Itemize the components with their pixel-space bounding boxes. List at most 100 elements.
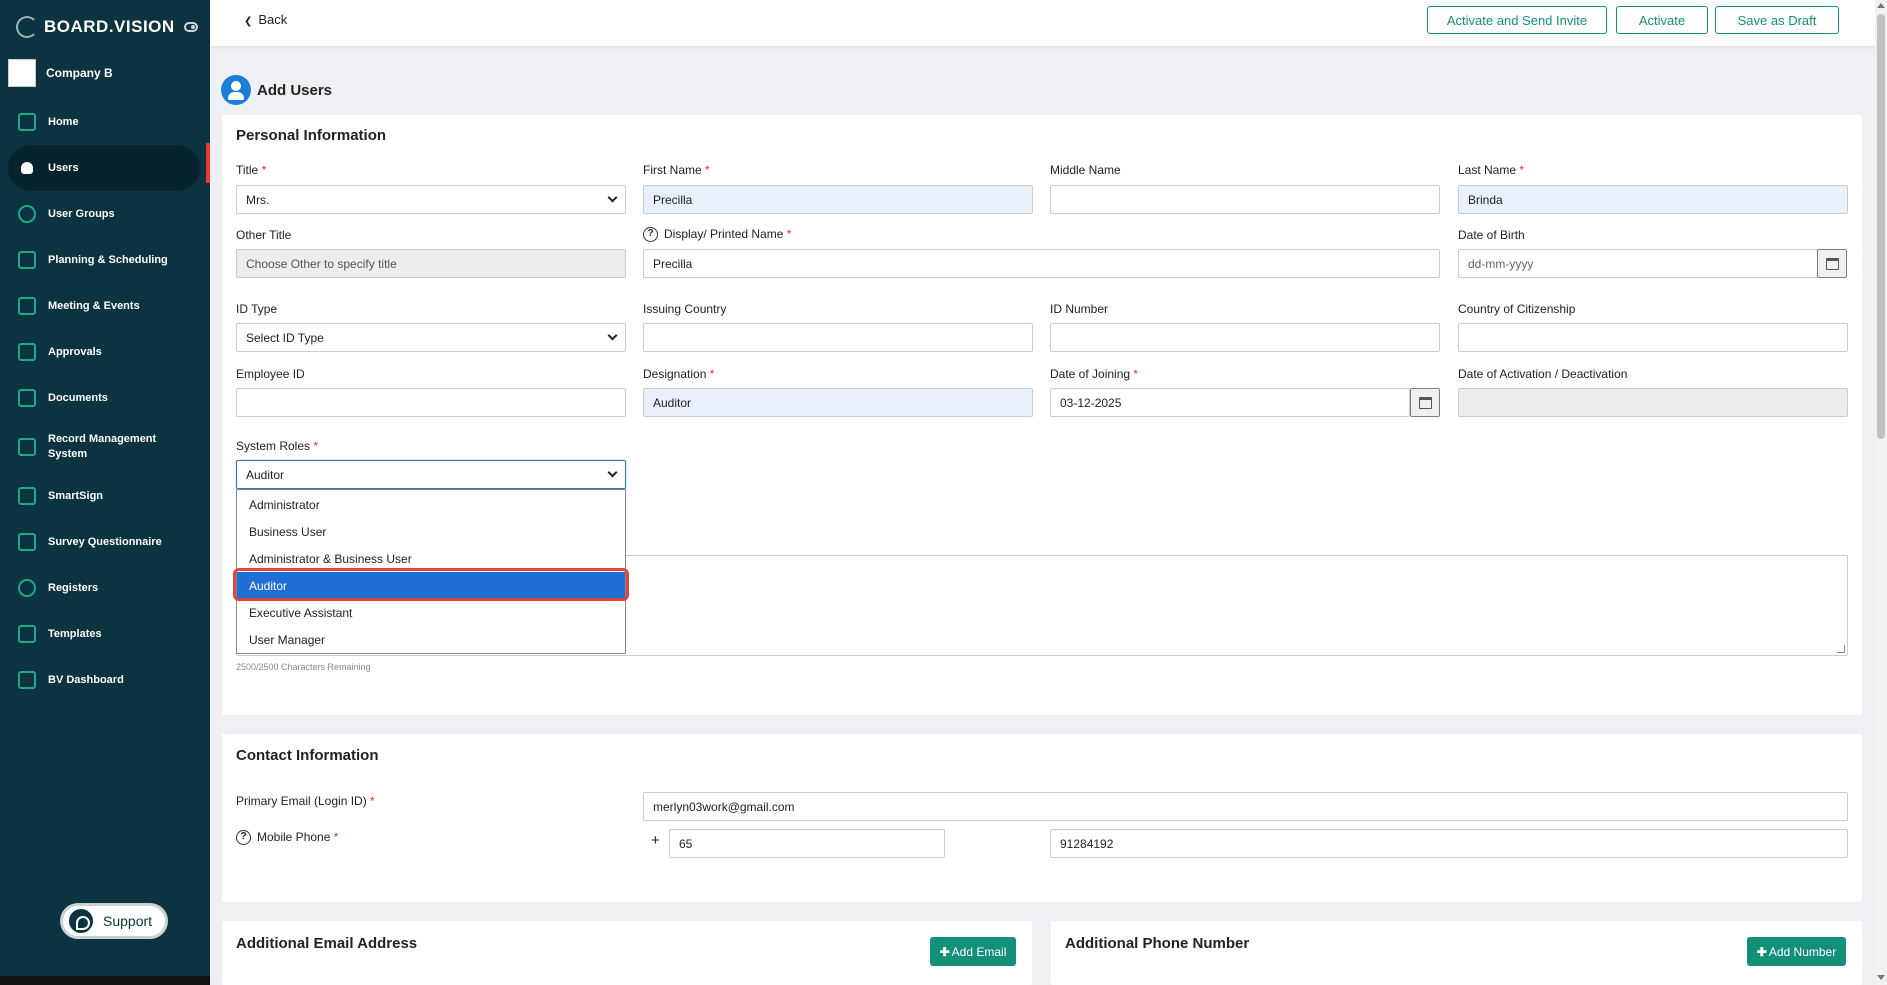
role-option-auditor[interactable]: Auditor [237,572,625,599]
dob-calendar-button[interactable] [1817,249,1847,278]
mobile-number-input[interactable]: 91284192 [1050,829,1848,858]
sidebar-item-meetings[interactable]: Meeting & Events [8,283,200,329]
chevron-down-icon [607,330,618,341]
sidebar-item-label: Approvals [48,346,102,358]
designation-input[interactable]: Auditor [643,388,1033,417]
activate-button[interactable]: Activate [1616,6,1708,34]
additional-email-card [222,921,1032,985]
primary-email-input[interactable]: merlyn03work@gmail.com [643,792,1848,821]
company-switcher[interactable]: Company B [8,59,113,87]
board-vision-logo-icon [16,16,38,38]
citizenship-input[interactable] [1458,323,1848,352]
middle-name-input[interactable] [1050,185,1440,214]
personal-info-heading: Personal Information [236,127,387,144]
doj-label: Date of Joining * [1050,367,1139,381]
support-label: Support [103,913,153,929]
system-roles-value: Auditor [246,467,285,482]
sidebar-item-approvals[interactable]: Approvals [8,329,200,375]
last-name-label: Last Name * [1458,163,1525,177]
help-icon[interactable]: ? [643,227,658,243]
display-name-input[interactable]: Precilla [643,249,1440,278]
company-logo [8,59,36,87]
activation-date-input [1458,388,1848,417]
add-number-button[interactable]: ✚ Add Number [1747,937,1846,966]
add-email-button[interactable]: ✚ Add Email [930,937,1016,966]
issuing-country-input[interactable] [643,323,1033,352]
support-button[interactable]: Support [60,903,168,939]
sidebar-item-planning[interactable]: Planning & Scheduling [8,237,200,283]
sidebar-item-label: Survey Questionnaire [48,536,162,548]
sidebar-item-label: Home [48,116,79,128]
doj-calendar-button[interactable] [1410,388,1440,417]
role-option-admin-business-user[interactable]: Administrator & Business User [237,545,625,572]
sidebar-item-label: Documents [48,392,108,404]
system-roles-select[interactable]: Auditor [236,460,626,489]
role-option-administrator[interactable]: Administrator [237,491,625,518]
first-name-input[interactable]: Precilla [643,185,1033,214]
title-value: Mrs. [246,192,270,207]
sidebar-item-users[interactable]: Users [8,145,200,191]
sidebar-item-smartsign[interactable]: SmartSign [8,473,200,519]
page-title: Add Users [257,81,333,99]
user-avatar-icon [221,75,251,105]
sidebar-item-user-groups[interactable]: User Groups [8,191,200,237]
brand-name: BOARD.VISION [44,17,175,36]
sidebar-item-records[interactable]: Record Management System [8,421,200,473]
survey-icon [18,533,36,551]
records-icon [18,438,36,456]
sidebar-item-label: BV Dashboard [48,674,124,686]
mobile-label: ? Mobile Phone * [236,830,338,846]
plus-icon: ✚ [939,944,950,959]
bar-chart-icon [18,251,36,269]
user-icon [21,162,33,174]
sidebar-footer [0,976,210,985]
pen-icon [18,487,36,505]
page-header: Add Users [221,75,332,105]
dob-input[interactable]: dd-mm-yyyy [1458,249,1818,278]
id-number-input[interactable] [1050,323,1440,352]
active-nav-indicator [206,143,210,183]
back-link[interactable]: ❮ Back [244,12,287,27]
sidebar-item-label: Templates [48,628,102,640]
sidebar-item-templates[interactable]: Templates [8,611,200,657]
last-name-input[interactable]: Brinda [1458,185,1848,214]
resize-handle-icon[interactable] [1837,645,1845,653]
scroll-down-icon[interactable] [1877,975,1885,980]
theme-toggle-icon[interactable] [184,22,198,32]
sidebar-item-label: Planning & Scheduling [48,254,168,266]
system-roles-dropdown: Administrator Business User Administrato… [236,489,626,654]
role-option-business-user[interactable]: Business User [237,518,625,545]
sidebar-item-label: Registers [48,582,99,594]
employee-id-input[interactable] [236,388,626,417]
page-scrollbar[interactable] [1875,0,1887,985]
other-title-input[interactable]: Choose Other to specify title [236,249,626,278]
country-code-input[interactable]: 65 [669,829,945,858]
brand[interactable]: BOARD.VISION [16,16,175,38]
role-option-executive-assistant[interactable]: Executive Assistant [237,599,625,626]
registered-icon [18,579,36,597]
sidebar-item-survey[interactable]: Survey Questionnaire [8,519,200,565]
scroll-thumb[interactable] [1877,14,1885,439]
scroll-up-icon[interactable] [1877,3,1885,8]
top-bar: ❮ Back Activate and Send Invite Activate … [210,0,1875,46]
middle-name-label: Middle Name [1050,163,1121,177]
title-select[interactable]: Mrs. [236,185,626,214]
first-name-label: First Name * [643,163,710,177]
system-roles-label: System Roles * [236,439,319,453]
doj-input[interactable]: 03-12-2025 [1050,388,1410,417]
dashboard-grid-icon [18,671,36,689]
sidebar-item-documents[interactable]: Documents [8,375,200,421]
additional-phone-heading: Additional Phone Number [1065,935,1250,952]
save-draft-button[interactable]: Save as Draft [1715,6,1839,34]
sidebar-item-dashboard[interactable]: BV Dashboard [8,657,200,703]
activate-send-invite-button[interactable]: Activate and Send Invite [1427,6,1607,34]
sidebar-item-registers[interactable]: Registers [8,565,200,611]
additional-phone-card [1051,921,1862,985]
employee-id-label: Employee ID [236,367,305,381]
sidebar-item-label: SmartSign [48,490,104,502]
sidebar-item-home[interactable]: Home [8,99,200,145]
id-type-select[interactable]: Select ID Type [236,323,626,352]
help-icon[interactable]: ? [236,830,251,846]
role-option-user-manager[interactable]: User Manager [237,626,625,653]
calendar-icon [1825,257,1839,270]
